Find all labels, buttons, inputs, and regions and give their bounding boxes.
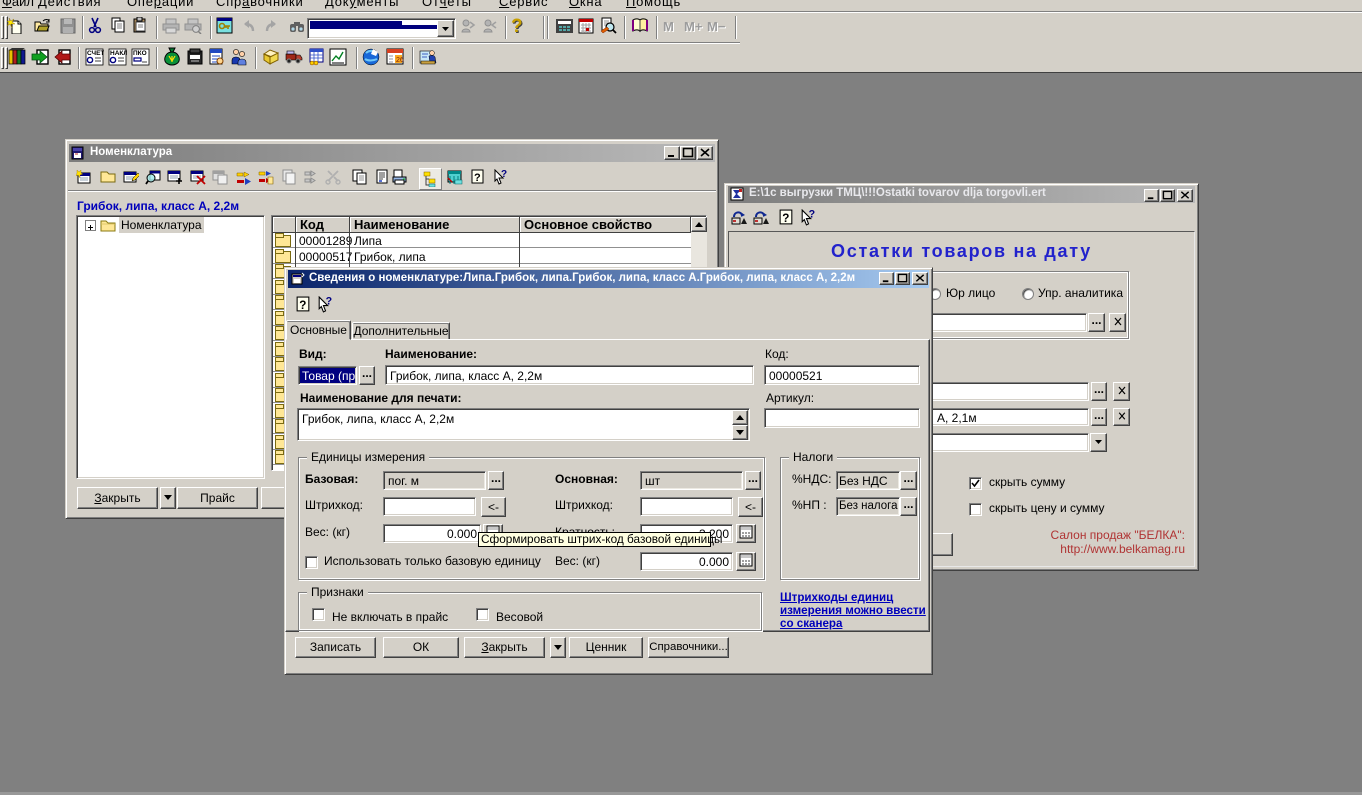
svg-text:?: ? [501,169,507,180]
svg-text:?: ? [809,209,815,221]
svg-text:?: ? [326,296,332,308]
svg-text:?: ? [782,212,789,225]
svg-text:26: 26 [396,57,404,64]
svg-text:?: ? [299,299,306,312]
svg-text:ПКО: ПКО [133,50,147,57]
svg-text:?: ? [474,172,481,184]
svg-text:СЧЕТ: СЧЕТ [87,50,104,57]
svg-text:НАКЛ: НАКЛ [110,50,127,57]
